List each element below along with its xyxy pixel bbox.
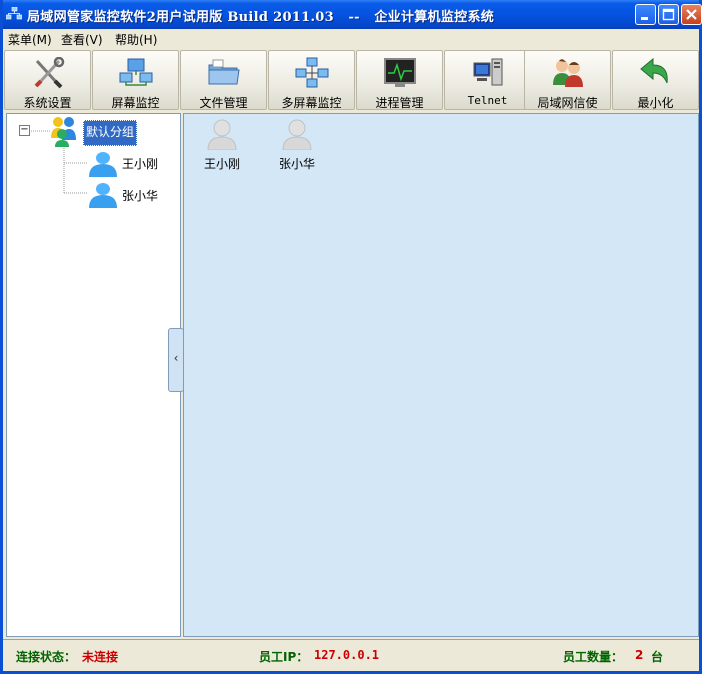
- close-window-button[interactable]: [681, 4, 702, 25]
- messenger-users-icon: [552, 59, 583, 87]
- process-monitor-icon: [383, 58, 416, 87]
- tree-item-label: 张小华: [122, 189, 159, 203]
- tree-group-default[interactable]: 默认分组: [83, 120, 138, 146]
- offline-user-icon: [207, 119, 237, 151]
- user-icon: [89, 152, 117, 177]
- employee-count-value: 2: [635, 648, 644, 662]
- process-management-button[interactable]: 进程管理: [356, 50, 443, 110]
- toolbar-label: 进程管理: [375, 96, 424, 110]
- title-bar[interactable]: 局域网管家监控软件2用户试用版 Build 2011.03 -- 企业计算机监控…: [3, 0, 702, 29]
- toolbar: 系统设置 屏幕监控 文件管理 多屏幕监控 进程管理 Telnet 局域网信使 最…: [4, 50, 699, 112]
- tree-group-label: 默认分组: [86, 125, 135, 139]
- toolbar-label: 系统设置: [23, 96, 72, 110]
- tree-toggle-button[interactable]: −: [19, 125, 30, 136]
- employee-count-unit: 台: [651, 650, 664, 664]
- employee-ip-value: 127.0.0.1: [314, 648, 380, 662]
- folder-icon: [208, 59, 240, 85]
- toolbar-label: 屏幕监控: [111, 96, 160, 110]
- maximize-icon: [662, 8, 675, 21]
- system-settings-button[interactable]: 系统设置: [4, 50, 91, 110]
- minimize-arrow-icon: [639, 57, 668, 84]
- window-title: 局域网管家监控软件2用户试用版 Build 2011.03 -- 企业计算机监控…: [27, 10, 495, 25]
- minimize-window-button[interactable]: [635, 4, 656, 25]
- toolbar-label: 局域网信使: [537, 96, 598, 110]
- group-tree-panel: − 默认分组 王小刚 张小华: [6, 113, 181, 637]
- collapse-glyph: −: [20, 124, 29, 135]
- client-tile-label: 王小刚: [203, 157, 240, 171]
- connection-status-label: 连接状态：: [16, 650, 77, 664]
- menu-item-view[interactable]: 查看(V): [61, 31, 103, 48]
- client-view-panel: 王小刚 张小华: [183, 113, 699, 637]
- client-tile-label: 张小华: [278, 157, 315, 171]
- multi-screen-monitor-button[interactable]: 多屏幕监控: [268, 50, 355, 110]
- monitor-network-icon: [119, 58, 152, 86]
- employee-ip-label: 员工IP：: [259, 650, 309, 664]
- connection-status-value: 未连接: [82, 650, 119, 664]
- main-window: 局域网管家监控软件2用户试用版 Build 2011.03 -- 企业计算机监控…: [0, 0, 702, 674]
- telnet-button[interactable]: Telnet: [444, 50, 531, 110]
- chevron-left-icon: ‹: [173, 351, 179, 365]
- lan-messenger-button[interactable]: 局域网信使: [524, 50, 611, 110]
- employee-count-label: 员工数量：: [563, 650, 624, 664]
- screen-monitor-button[interactable]: 屏幕监控: [92, 50, 179, 110]
- user-icon: [89, 183, 117, 208]
- toolbar-label: 多屏幕监控: [281, 96, 342, 110]
- file-management-button[interactable]: 文件管理: [180, 50, 267, 110]
- toolbar-label: Telnet: [467, 94, 508, 107]
- client-tile[interactable]: 王小刚: [200, 118, 244, 172]
- menu-item-help[interactable]: 帮助(H): [115, 31, 157, 48]
- multi-screen-icon: [295, 57, 328, 88]
- panel-collapse-button[interactable]: ‹: [168, 328, 184, 392]
- menu-item-menu[interactable]: 菜单(M): [8, 31, 52, 48]
- minimize-to-tray-button[interactable]: 最小化: [612, 50, 699, 110]
- toolbar-label: 文件管理: [199, 96, 248, 110]
- group-users-icon: [51, 117, 76, 147]
- app-network-icon: [6, 7, 22, 20]
- maximize-window-button[interactable]: [658, 4, 679, 25]
- offline-user-icon: [282, 119, 312, 151]
- wrench-screwdriver-icon: [34, 57, 64, 89]
- client-tile[interactable]: 张小华: [275, 118, 319, 172]
- telnet-computer-icon: [473, 58, 502, 86]
- tree-item-user[interactable]: 王小刚: [122, 155, 158, 172]
- tree-item-user[interactable]: 张小华: [122, 187, 158, 204]
- toolbar-label: 最小化: [637, 96, 674, 110]
- tree-item-label: 王小刚: [122, 157, 159, 171]
- menu-bar: 菜单(M) 查看(V) 帮助(H): [3, 29, 699, 48]
- minimize-icon: [641, 17, 648, 20]
- close-icon: [686, 9, 697, 20]
- status-bar: 连接状态： 未连接 员工IP： 127.0.0.1 员工数量： 2 台: [3, 640, 699, 671]
